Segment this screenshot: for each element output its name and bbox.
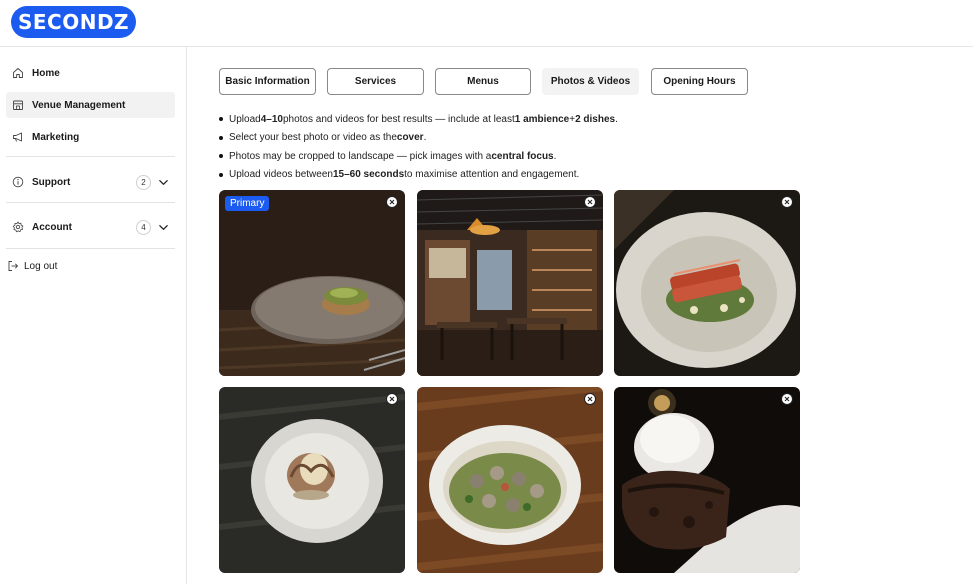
remove-media-button[interactable] [781, 196, 793, 208]
close-icon [389, 396, 395, 402]
sidebar-item-label: Venue Management [32, 99, 126, 111]
logout-icon [6, 259, 20, 273]
primary-badge: Primary [225, 196, 270, 211]
remove-media-button[interactable] [584, 196, 596, 208]
chevron-down-icon[interactable] [157, 221, 169, 233]
photo-chocolate-dessert [614, 387, 800, 573]
sidebar-item-marketing[interactable]: Marketing [6, 124, 175, 150]
sidebar-item-label: Marketing [32, 131, 80, 143]
media-card-meringue[interactable] [219, 387, 405, 573]
close-icon [784, 199, 790, 205]
guideline-item: Photos may be cropped to landscape — pic… [219, 147, 618, 166]
account-count-badge: 4 [136, 219, 151, 235]
storefront-icon [11, 98, 25, 112]
close-icon [389, 199, 395, 205]
close-icon [587, 396, 593, 402]
sidebar-divider [6, 248, 175, 249]
support-count-badge: 2 [136, 174, 151, 190]
photo-duck-dish [614, 190, 800, 376]
logout-link[interactable]: Log out [6, 257, 57, 275]
sidebar-item-venue-management[interactable]: Venue Management [6, 92, 175, 118]
photo-restaurant-interior [417, 190, 603, 376]
chevron-down-icon[interactable] [157, 176, 169, 188]
guideline-item: Upload 4–10 photos and videos for best r… [219, 110, 618, 129]
sidebar-item-home[interactable]: Home [6, 60, 175, 86]
top-bar: SECONDZ [0, 0, 973, 47]
tab-menus[interactable]: Menus [435, 68, 531, 95]
close-icon [784, 396, 790, 402]
tab-basic-information[interactable]: Basic Information [219, 68, 316, 95]
megaphone-icon [11, 130, 25, 144]
remove-media-button[interactable] [781, 393, 793, 405]
remove-media-button[interactable] [584, 393, 596, 405]
media-card-duck[interactable] [614, 190, 800, 376]
sidebar-item-label: Support [32, 176, 71, 188]
tab-services[interactable]: Services [327, 68, 424, 95]
sidebar-item-label: Home [32, 67, 60, 79]
tab-photos-videos[interactable]: Photos & Videos [542, 68, 639, 95]
upload-guidelines: Upload 4–10 photos and videos for best r… [219, 110, 618, 184]
sidebar-divider [6, 156, 175, 157]
photo-meringue-dessert [219, 387, 405, 573]
remove-media-button[interactable] [386, 393, 398, 405]
sidebar-item-support[interactable]: Support 2 [6, 169, 175, 195]
photo-clams-bowl [417, 387, 603, 573]
media-card-interior[interactable] [417, 190, 603, 376]
media-card-tart[interactable]: Primary [219, 190, 405, 376]
media-card-clams[interactable] [417, 387, 603, 573]
photo-tart-on-plate [219, 190, 405, 376]
guideline-item: Upload videos between 15–60 seconds to m… [219, 166, 618, 185]
home-icon [11, 66, 25, 80]
sidebar: Home Venue Management Marketing Support … [0, 47, 187, 584]
tab-opening-hours[interactable]: Opening Hours [651, 68, 748, 95]
logout-label: Log out [24, 260, 58, 272]
media-card-chocolate[interactable] [614, 387, 800, 573]
close-icon [587, 199, 593, 205]
remove-media-button[interactable] [386, 196, 398, 208]
gear-icon [11, 220, 25, 234]
info-icon [11, 175, 25, 189]
sidebar-item-label: Account [32, 221, 72, 233]
sidebar-item-account[interactable]: Account 4 [6, 214, 175, 240]
brand-logo[interactable]: SECONDZ [11, 6, 136, 38]
sidebar-divider [6, 202, 175, 203]
guideline-item: Select your best photo or video as the c… [219, 129, 618, 148]
